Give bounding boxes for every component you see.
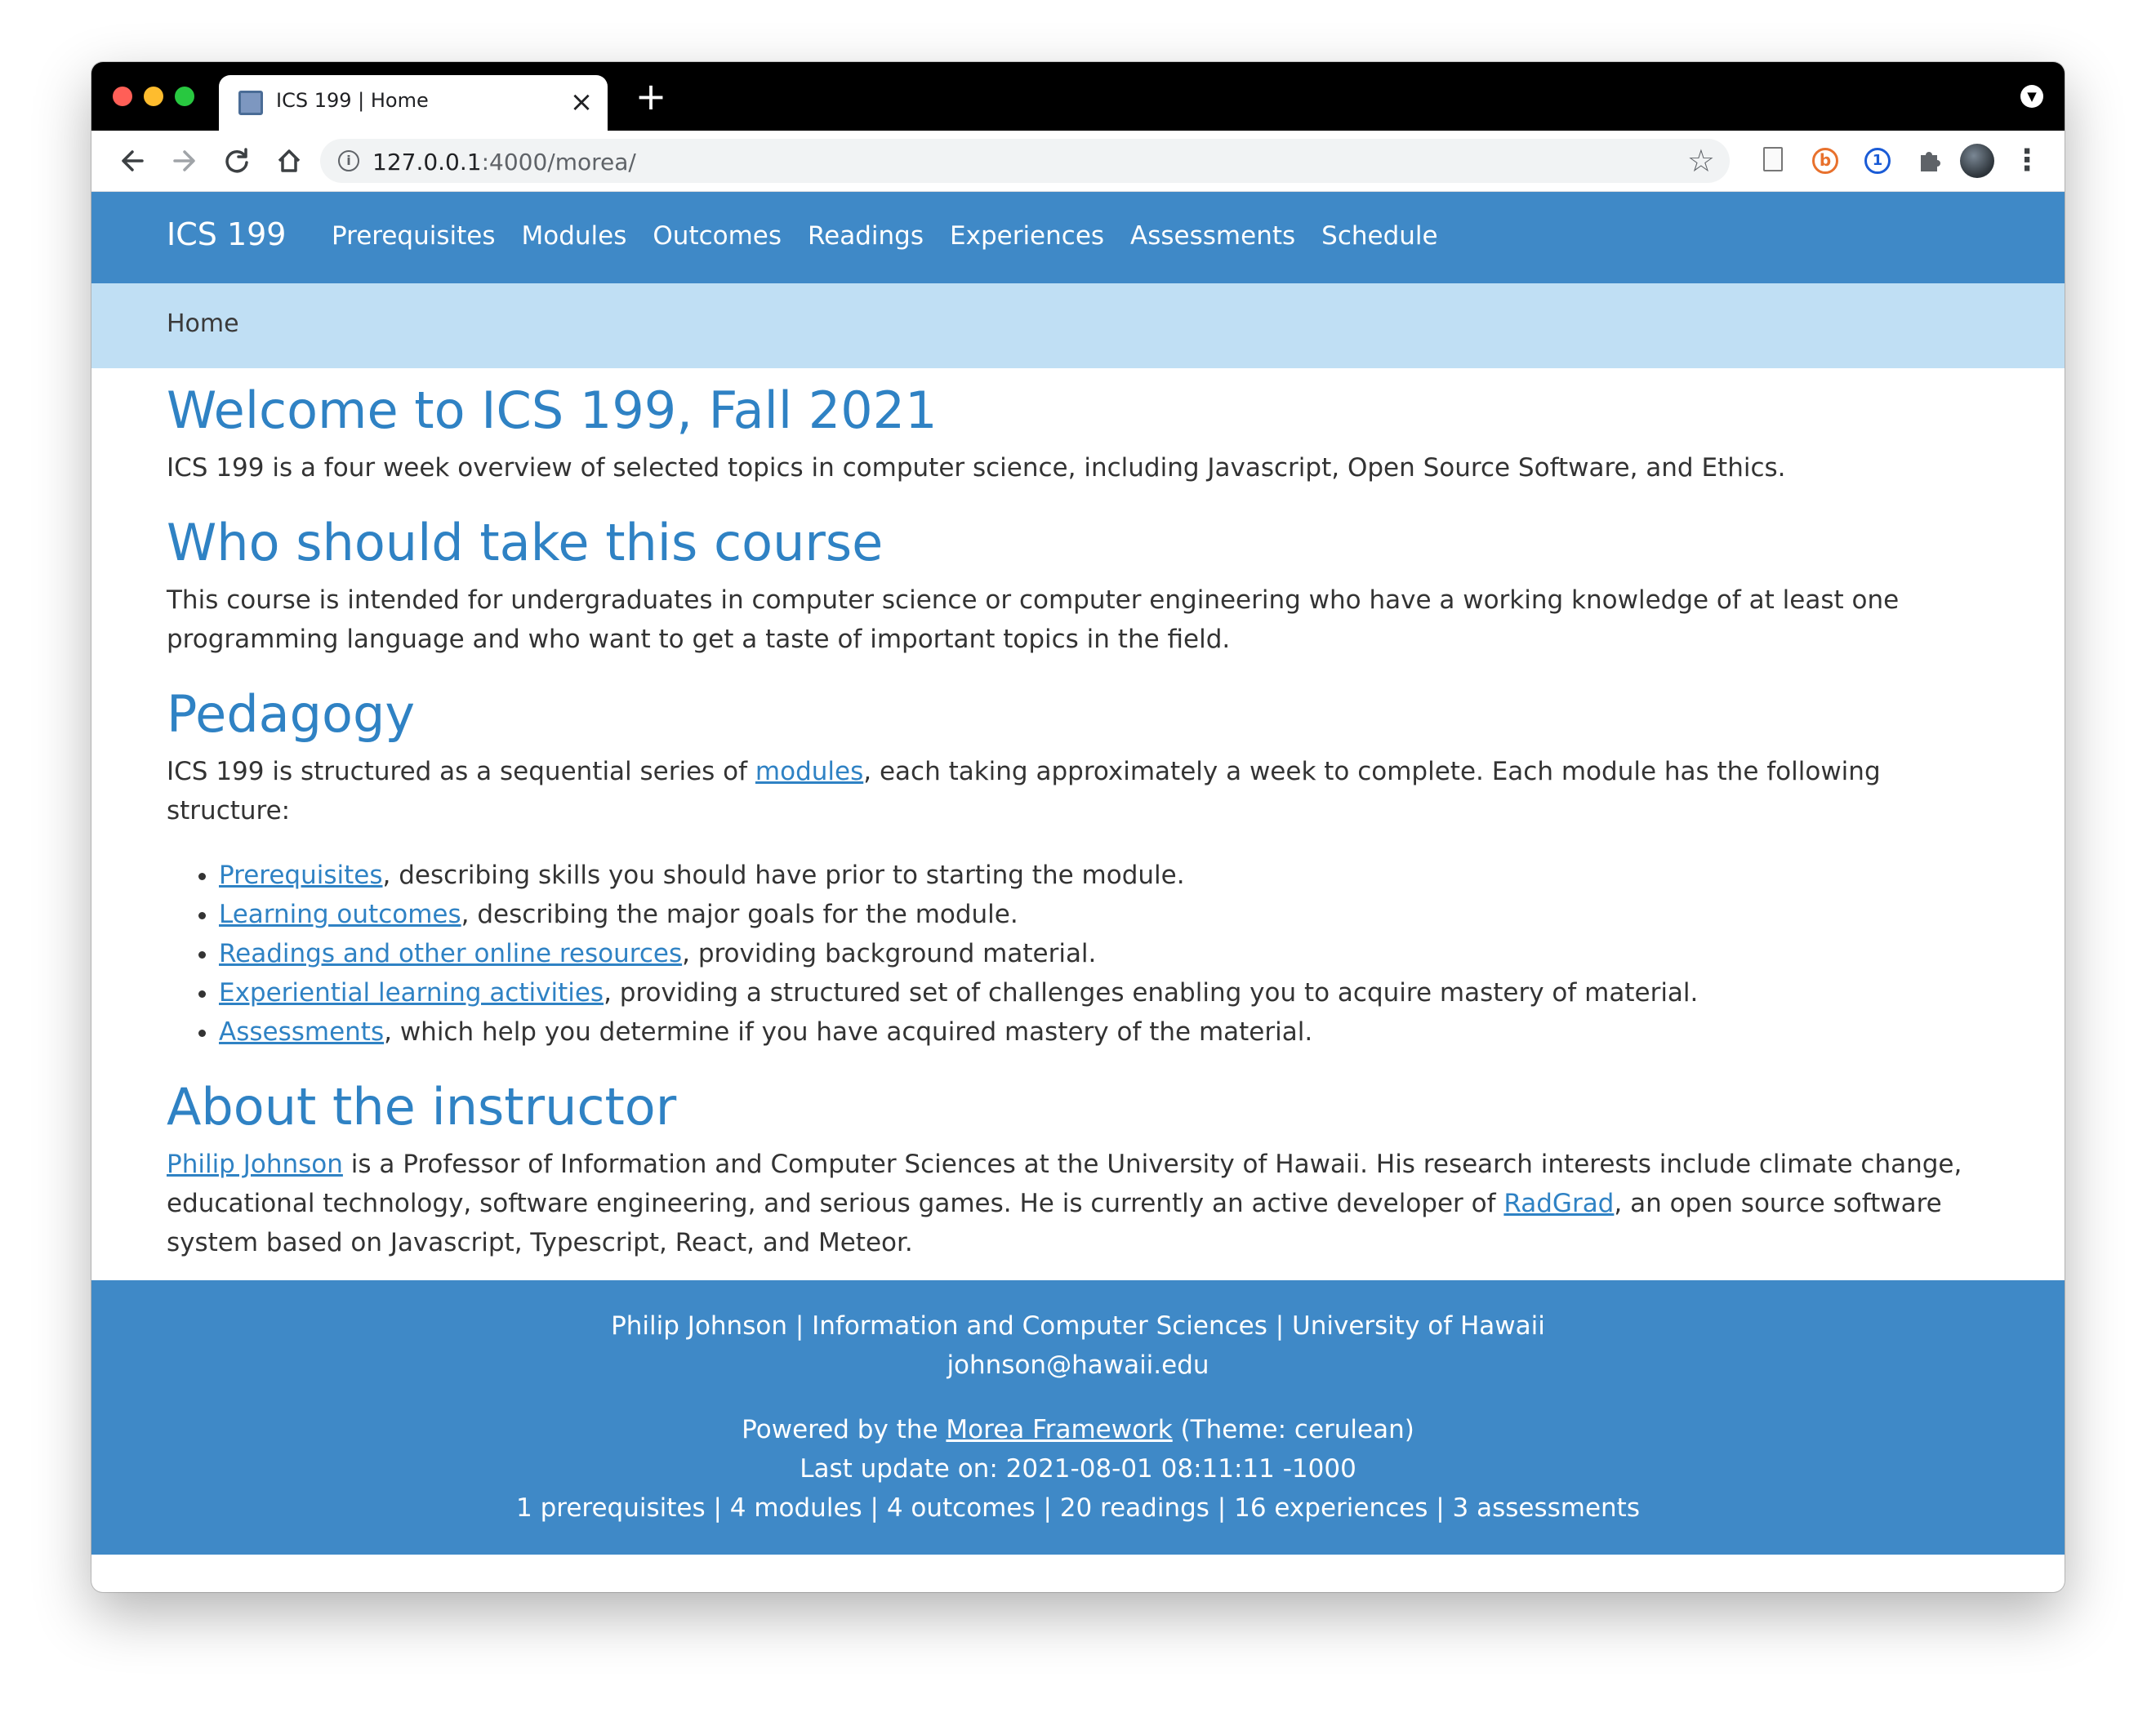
radgrad-link[interactable]: RadGrad [1503,1189,1614,1218]
nav-link-outcomes[interactable]: Outcomes [639,221,795,251]
address-bar[interactable]: i 127.0.0.1:4000/morea/ ☆ [320,139,1730,183]
b-extension-icon[interactable]: b [1806,142,1844,180]
welcome-text: ICS 199 is a four week overview of selec… [167,453,1786,483]
pedagogy-intro: ICS 199 is structured as a sequential se… [167,757,1881,825]
nav-link-readings[interactable]: Readings [795,221,937,251]
nav-link-assessments[interactable]: Assessments [1117,221,1308,251]
home-icon[interactable] [268,140,310,182]
close-window-button[interactable] [113,87,132,106]
site-footer: Philip Johnson | Information and Compute… [91,1280,2065,1555]
menu-icon[interactable]: ⋮ [2011,142,2043,180]
pedagogy-list: Prerequisites, describing skills you sho… [167,856,1996,1052]
breadcrumb: Home [91,283,2065,368]
footer-last-update: Last update on: 2021-08-01 08:11:11 -100… [800,1454,1356,1484]
site-brand[interactable]: ICS 199 [167,216,286,252]
learning-outcomes-link[interactable]: Learning outcomes [219,900,461,929]
assessments-link[interactable]: Assessments [219,1017,384,1047]
browser-tab[interactable]: ICS 199 | Home × [219,75,608,131]
site-navbar: ICS 199 Prerequisites Modules Outcomes R… [91,192,2065,283]
minimize-window-button[interactable] [144,87,163,106]
footer-email: johnson@hawaii.edu [947,1350,1209,1380]
footer-contact-line: Philip Johnson | Information and Compute… [611,1311,1545,1341]
tab-search-icon[interactable]: ▼ [2020,85,2043,108]
list-item: Experiential learning activities, provid… [219,973,1996,1012]
reload-icon[interactable] [216,140,258,182]
new-tab-button[interactable]: + [630,73,671,119]
list-item: Learning outcomes, describing the major … [219,895,1996,934]
document-extension-icon[interactable] [1754,142,1792,180]
philip-johnson-link[interactable]: Philip Johnson [167,1150,343,1179]
favicon-icon [238,91,263,115]
password-manager-icon[interactable]: 1 [1859,142,1896,180]
main-content: Welcome to ICS 199, Fall 2021 ICS 199 is… [167,368,1996,1262]
audience-heading: Who should take this course [167,513,884,572]
readings-link[interactable]: Readings and other online resources [219,939,682,968]
nav-links: Prerequisites Modules Outcomes Readings … [318,221,1451,251]
list-item: Assessments, which help you determine if… [219,1012,1996,1052]
welcome-heading: Welcome to ICS 199, Fall 2021 [167,380,938,440]
puzzle-icon[interactable] [1911,142,1949,180]
list-item: Prerequisites, describing skills you sho… [219,856,1996,895]
nav-link-prerequisites[interactable]: Prerequisites [318,221,509,251]
prerequisites-link[interactable]: Prerequisites [219,861,383,890]
morea-framework-link[interactable]: Morea Framework [946,1415,1172,1444]
instructor-heading: About the instructor [167,1077,677,1137]
browser-window: ICS 199 | Home × + ▼ i 127.0.0.1:4000/mo… [91,62,2065,1592]
back-icon[interactable] [111,140,154,182]
url-text[interactable]: 127.0.0.1:4000/morea/ [372,149,636,176]
bookmark-star-icon[interactable]: ☆ [1687,142,1715,180]
info-icon[interactable]: i [338,150,359,171]
nav-link-modules[interactable]: Modules [509,221,640,251]
browser-toolbar: i 127.0.0.1:4000/morea/ ☆ b 1 ⋮ [91,131,2065,192]
instructor-text: Philip Johnson is a Professor of Informa… [167,1150,1962,1257]
tab-close-icon[interactable]: × [568,85,595,119]
experiences-link[interactable]: Experiential learning activities [219,978,604,1008]
audience-text: This course is intended for undergraduat… [167,585,1900,654]
nav-link-experiences[interactable]: Experiences [937,221,1117,251]
nav-link-schedule[interactable]: Schedule [1308,221,1450,251]
profile-avatar[interactable] [1960,144,1994,178]
tab-strip: ICS 199 | Home × + ▼ [91,62,2065,131]
maximize-window-button[interactable] [175,87,194,106]
list-item: Readings and other online resources, pro… [219,934,1996,973]
forward-icon[interactable] [163,140,206,182]
breadcrumb-home: Home [167,309,239,338]
footer-powered-by: Powered by the Morea Framework (Theme: c… [742,1415,1414,1444]
pedagogy-heading: Pedagogy [167,684,416,744]
tab-title: ICS 199 | Home [276,89,429,112]
modules-link[interactable]: modules [755,757,863,786]
footer-stats: 1 prerequisites | 4 modules | 4 outcomes… [516,1493,1640,1523]
